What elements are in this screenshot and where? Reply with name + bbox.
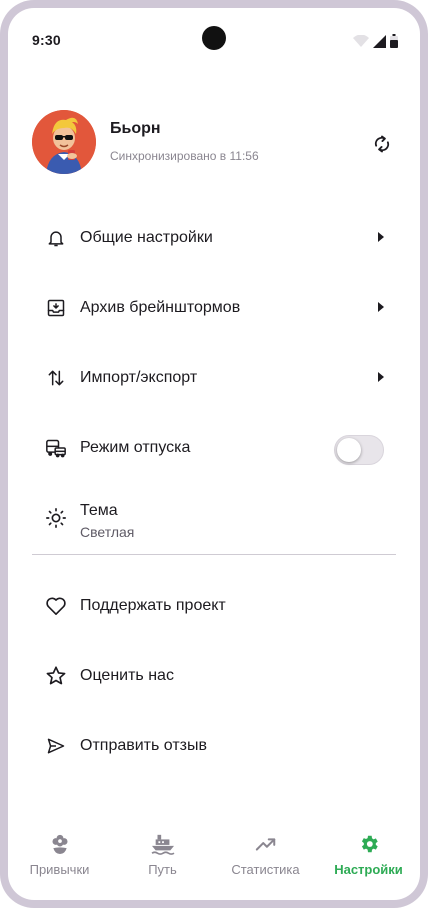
archive-icon xyxy=(44,296,68,320)
chevron-right-icon xyxy=(378,372,384,382)
camera-cutout xyxy=(202,26,226,50)
menu-item-theme[interactable]: Тема Светлая xyxy=(8,490,420,546)
nav-label: Статистика xyxy=(231,862,300,877)
bus-car-icon xyxy=(44,436,68,460)
nav-label: Путь xyxy=(148,862,177,877)
menu-label: Общие настройки xyxy=(80,229,213,246)
avatar xyxy=(32,110,96,174)
chevron-right-icon xyxy=(378,302,384,312)
sun-icon xyxy=(44,506,68,530)
status-icons xyxy=(353,34,398,48)
menu-label: Оценить нас xyxy=(80,667,174,684)
profile-name: Бьорн xyxy=(110,120,161,137)
status-time: 9:30 xyxy=(32,32,61,48)
menu-label: Импорт/экспорт xyxy=(80,369,198,386)
star-icon xyxy=(44,664,68,688)
battery-icon xyxy=(390,34,398,48)
sync-button[interactable] xyxy=(368,130,396,158)
bell-icon xyxy=(44,226,68,250)
menu-label: Отправить отзыв xyxy=(80,737,207,754)
menu-label: Поддержать проект xyxy=(80,597,226,614)
menu-item-support[interactable]: Поддержать проект xyxy=(8,578,420,634)
sync-icon xyxy=(374,135,390,153)
menu-item-import-export[interactable]: Импорт/экспорт xyxy=(8,350,420,406)
flower-icon xyxy=(48,832,72,856)
menu-label: Архив брейнштормов xyxy=(80,299,241,316)
nav-tab-stats[interactable]: Статистика xyxy=(214,820,317,900)
menu-item-brainstorm-archive[interactable]: Архив брейнштормов xyxy=(8,280,420,336)
send-icon xyxy=(44,734,68,758)
bottom-navigation: Привычки Путь Статистика Настройки xyxy=(8,820,420,900)
nav-tab-habits[interactable]: Привычки xyxy=(8,820,111,900)
nav-tab-path[interactable]: Путь xyxy=(111,820,214,900)
app-screen: 9:30 Бьорн Синхронизировано в 11:56 Общи… xyxy=(8,8,420,900)
signal-icon xyxy=(373,34,386,48)
theme-value: Светлая xyxy=(80,524,135,540)
nav-label: Привычки xyxy=(29,862,90,877)
theme-label: Тема xyxy=(80,502,118,519)
toggle-knob xyxy=(337,438,361,462)
nav-label: Настройки xyxy=(334,862,403,877)
ship-icon xyxy=(151,832,175,856)
heart-icon xyxy=(44,594,68,618)
swap-vertical-icon xyxy=(44,366,68,390)
chevron-right-icon xyxy=(378,232,384,242)
nav-tab-settings[interactable]: Настройки xyxy=(317,820,420,900)
device-frame: 9:30 Бьорн Синхронизировано в 11:56 Общи… xyxy=(0,0,428,908)
vacation-mode-toggle[interactable] xyxy=(334,435,384,465)
menu-item-general-settings[interactable]: Общие настройки xyxy=(8,210,420,266)
gear-icon xyxy=(357,832,381,856)
menu-item-vacation-mode[interactable]: Режим отпуска xyxy=(8,420,420,476)
wifi-icon xyxy=(353,35,369,47)
menu-item-feedback[interactable]: Отправить отзыв xyxy=(8,718,420,774)
menu-item-rate[interactable]: Оценить нас xyxy=(8,648,420,704)
divider xyxy=(32,554,396,555)
menu-label: Режим отпуска xyxy=(80,439,191,456)
sync-status: Синхронизировано в 11:56 xyxy=(110,149,259,163)
trending-up-icon xyxy=(254,832,278,856)
profile-card[interactable]: Бьорн Синхронизировано в 11:56 xyxy=(32,110,396,174)
